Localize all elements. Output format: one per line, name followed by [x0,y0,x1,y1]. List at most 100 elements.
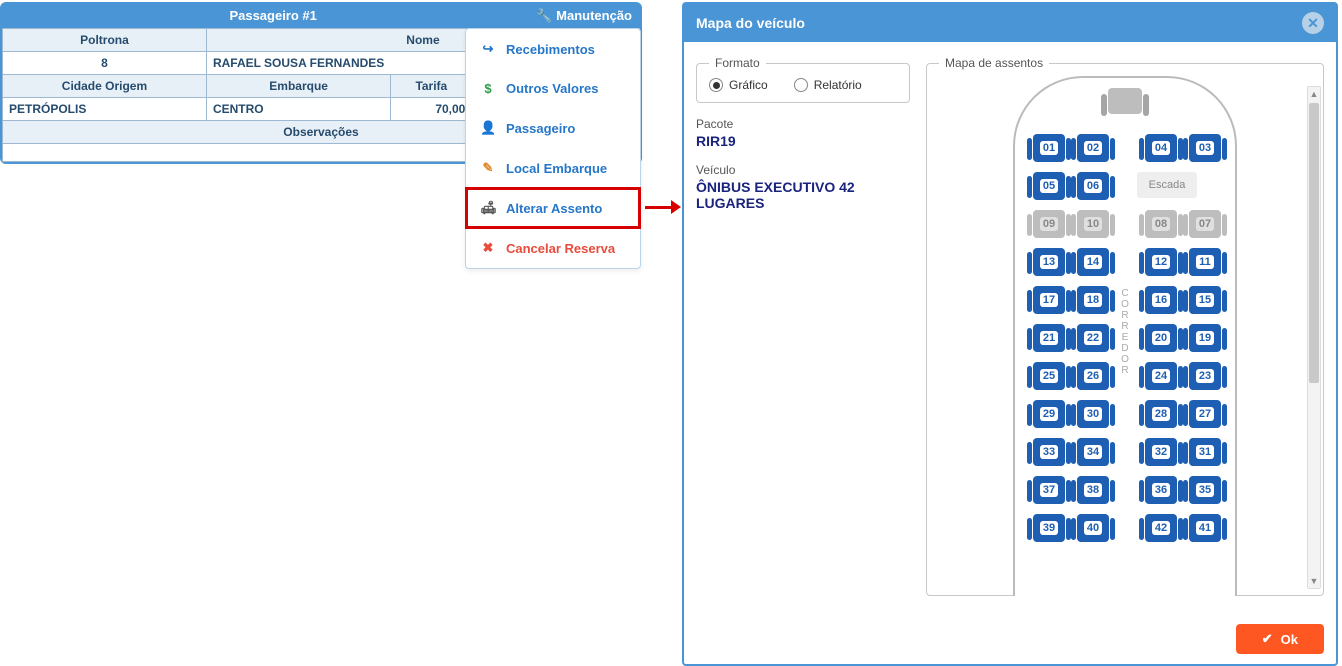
seat-01[interactable]: 01 [1033,134,1065,162]
seat-12[interactable]: 12 [1145,248,1177,276]
menu-passageiro-label: Passageiro [506,121,575,136]
seat-number: 36 [1152,483,1170,497]
vehicle-map-dialog: Mapa do veículo ✕ Formato Gráfico Relató… [682,2,1338,666]
menu-outros-valores[interactable]: $ Outros Valores [466,69,640,108]
menu-outros-valores-label: Outros Valores [506,81,598,96]
veiculo-value: ÔNIBUS EXECUTIVO 42 LUGARES [696,179,910,211]
col-cidade: Cidade Origem [3,75,207,98]
seat-number: 21 [1040,331,1058,345]
seat-30[interactable]: 30 [1077,400,1109,428]
seat-number: 30 [1084,407,1102,421]
seat-37[interactable]: 37 [1033,476,1065,504]
seat-03[interactable]: 03 [1189,134,1221,162]
dialog-title: Mapa do veículo [696,15,1302,31]
val-embarque: CENTRO [206,98,390,121]
seat-number: 14 [1084,255,1102,269]
ok-button[interactable]: ✔ Ok [1236,624,1324,654]
seat-25[interactable]: 25 [1033,362,1065,390]
seat-07: 07 [1189,210,1221,238]
seat-16[interactable]: 16 [1145,286,1177,314]
seat-35[interactable]: 35 [1189,476,1221,504]
radio-relatorio[interactable]: Relatório [794,78,862,92]
menu-alterar-assento[interactable]: 🛋 Alterar Assento [466,188,640,228]
callout-arrow [645,200,681,214]
seat-10: 10 [1077,210,1109,238]
seat-34[interactable]: 34 [1077,438,1109,466]
seat-39[interactable]: 39 [1033,514,1065,542]
seat-icon: 🛋 [480,200,496,216]
seat-number: 25 [1040,369,1058,383]
seat-09: 09 [1033,210,1065,238]
seat-08: 08 [1145,210,1177,238]
seat-number: 02 [1084,141,1102,155]
seat-38[interactable]: 38 [1077,476,1109,504]
seat-13[interactable]: 13 [1033,248,1065,276]
seat-04[interactable]: 04 [1145,134,1177,162]
seat-number: 20 [1152,331,1170,345]
seat-40[interactable]: 40 [1077,514,1109,542]
seat-number: 04 [1152,141,1170,155]
seat-23[interactable]: 23 [1189,362,1221,390]
seat-15[interactable]: 15 [1189,286,1221,314]
menu-recebimentos[interactable]: ↪ Recebimentos [466,29,640,69]
scroll-thumb[interactable] [1309,103,1319,383]
receipts-icon: ↪ [480,41,496,57]
seat-number: 01 [1040,141,1058,155]
seat-17[interactable]: 17 [1033,286,1065,314]
maintenance-menu: ↪ Recebimentos $ Outros Valores 👤 Passag… [465,28,641,269]
pacote-value: RIR19 [696,133,910,149]
seat-31[interactable]: 31 [1189,438,1221,466]
maintenance-trigger[interactable]: 🔧 Manutenção [536,8,632,24]
seat-33[interactable]: 33 [1033,438,1065,466]
seat-number: 28 [1152,407,1170,421]
seat-number: 42 [1152,521,1170,535]
seat-36[interactable]: 36 [1145,476,1177,504]
seatmap-scrollbar[interactable]: ▲ ▼ [1307,86,1321,589]
seat-number: 24 [1152,369,1170,383]
seat-32[interactable]: 32 [1145,438,1177,466]
val-cidade: PETRÓPOLIS [3,98,207,121]
seat-02[interactable]: 02 [1077,134,1109,162]
seat-number: 32 [1152,445,1170,459]
seat-number: 39 [1040,521,1058,535]
seatmap-legend: Mapa de assentos [939,56,1049,70]
seat-27[interactable]: 27 [1189,400,1221,428]
seat-number: 15 [1196,293,1214,307]
seat-number: 34 [1084,445,1102,459]
seat-42[interactable]: 42 [1145,514,1177,542]
radio-grafico[interactable]: Gráfico [709,78,768,92]
menu-cancelar-reserva[interactable]: ✖ Cancelar Reserva [466,228,640,268]
menu-passageiro[interactable]: 👤 Passageiro [466,108,640,148]
seat-05[interactable]: 05 [1033,172,1065,200]
seat-24[interactable]: 24 [1145,362,1177,390]
dialog-close-button[interactable]: ✕ [1302,12,1324,34]
seat-11[interactable]: 11 [1189,248,1221,276]
menu-local-embarque[interactable]: ✎ Local Embarque [466,148,640,188]
seat-29[interactable]: 29 [1033,400,1065,428]
formato-legend: Formato [709,56,766,70]
seat-14[interactable]: 14 [1077,248,1109,276]
seat-18[interactable]: 18 [1077,286,1109,314]
seat-28[interactable]: 28 [1145,400,1177,428]
seat-19[interactable]: 19 [1189,324,1221,352]
scroll-down-icon[interactable]: ▼ [1308,574,1320,588]
seat-number: 22 [1084,331,1102,345]
scroll-up-icon[interactable]: ▲ [1308,87,1320,101]
val-tarifa: 70,00 [391,98,472,121]
seat-41[interactable]: 41 [1189,514,1221,542]
ok-label: Ok [1281,632,1298,647]
menu-recebimentos-label: Recebimentos [506,42,595,57]
seat-number: 26 [1084,369,1102,383]
dialog-header: Mapa do veículo ✕ [684,4,1336,42]
seat-20[interactable]: 20 [1145,324,1177,352]
edit-icon: ✎ [480,160,496,176]
seat-22[interactable]: 22 [1077,324,1109,352]
seat-number: 13 [1040,255,1058,269]
pacote-label: Pacote [696,117,910,131]
passenger-panel-header: Passageiro #1 🔧 Manutenção [2,4,640,28]
seat-number: 35 [1196,483,1214,497]
seat-21[interactable]: 21 [1033,324,1065,352]
seat-06[interactable]: 06 [1077,172,1109,200]
seat-26[interactable]: 26 [1077,362,1109,390]
seat-number: 05 [1040,179,1058,193]
